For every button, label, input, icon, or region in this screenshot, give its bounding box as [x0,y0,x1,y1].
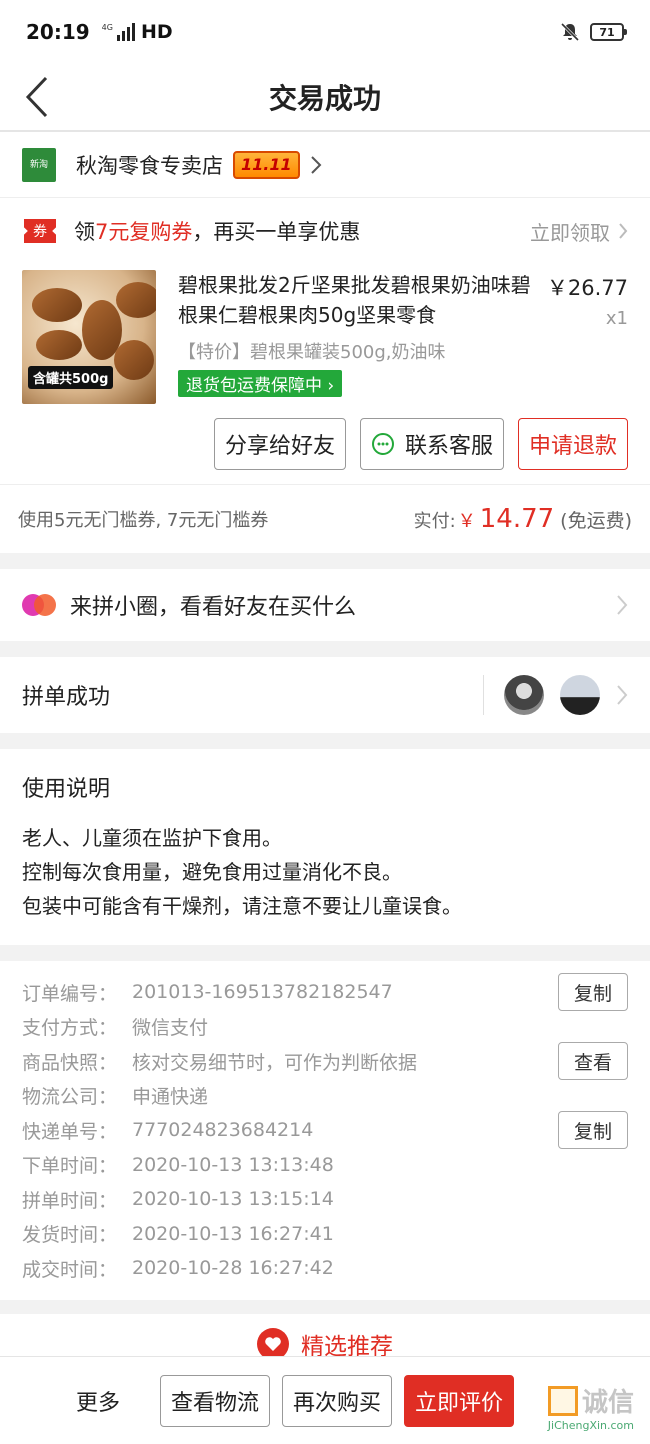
usage-line: 包装中可能含有干燥剂，请注意不要让儿童误食。 [22,894,462,918]
usage-line: 老人、儿童须在监护下食用。 [22,826,282,850]
complete-time-row: 成交时间： 2020-10-28 16:27:42 [22,1257,334,1281]
usage-instructions: 使用说明 老人、儿童须在监护下食用。 控制每次食用量，避免食用过量消化不良。 包… [0,749,650,945]
group-time-row: 拼单时间： 2020-10-13 13:15:14 [22,1188,334,1212]
avatar[interactable] [560,675,600,715]
payment-summary: 使用5元无门槛券, 7元无门槛券 实付: ￥ 14.77 (免运费) [0,485,650,553]
heart-icon [257,1327,289,1360]
status-time: 20:19 [26,20,90,44]
currency-symbol: ￥ [457,511,476,532]
used-coupons: 使用5元无门槛券, 7元无门槛券 [18,510,269,531]
copy-tracking-number-button[interactable]: 复制 [558,1111,628,1149]
tracking-number: 777024823684214 [132,1119,314,1142]
product-qty: x1 [605,308,628,329]
nav-bar: 交易成功 [0,64,650,132]
chevron-right-icon [617,595,628,615]
shop-logo: 新淘 [22,147,56,182]
shipping-note: (免运费) [560,510,632,532]
share-button[interactable]: 分享给好友 [213,418,346,470]
request-refund-button[interactable]: 申请退款 [517,418,628,470]
more-button[interactable]: 更多 [48,1385,148,1417]
tracking-number-row: 快递单号： 777024823684214 复制 [22,1111,628,1149]
order-actions: 分享给好友 联系客服 申请退款 [0,412,650,485]
shop-name[interactable]: 秋淘零食专卖店 [76,150,223,180]
friend-circle-icon [22,594,56,616]
group-success-row[interactable]: 拼单成功 [0,657,650,733]
ship-time-row: 发货时间： 2020-10-13 16:27:41 [22,1222,334,1247]
signal-icon: 4G [102,23,135,41]
order-info: 订单编号： 201013-169513782182547 复制 支付方式： 微信… [0,961,650,1300]
group-members [483,675,628,715]
double-eleven-badge: 11.11 [233,150,300,179]
usage-line: 控制每次食用量，避免食用过量消化不良。 [22,860,402,884]
group-success-text: 拼单成功 [22,685,111,710]
order-detail-page: 20:19 4G HD 71 交易成功 新淘 秋淘零食专卖店 11.11 券 领… [0,0,650,1444]
payment-method-row: 支付方式： 微信支付 [22,1017,209,1040]
shop-row[interactable]: 新淘 秋淘零食专卖店 11.11 [0,132,650,198]
bottom-action-bar: 更多 查看物流 再次购买 立即评价 诚信 JiChengXin.com [0,1356,650,1444]
site-watermark: 诚信 JiChengXin.com [548,1382,634,1432]
courier-row: 物流公司： 申通快递 [22,1086,209,1109]
product-spec: 【特价】碧根果罐装500g,奶油味 [178,342,446,363]
product-item[interactable]: 含罐共500g 碧根果批发2斤坚果批发碧根果奶油味碧根果仁碧根果肉50g坚果零食… [0,264,650,412]
usage-title: 使用说明 [22,777,111,802]
friend-circle-text: 来拼小圈，看看好友在买什么 [70,595,357,620]
order-number-row: 订单编号： 201013-169513782182547 复制 [22,973,628,1011]
battery-icon: 71 [590,23,627,41]
chevron-right-icon [617,685,628,705]
friend-circle-row[interactable]: 来拼小圈，看看好友在买什么 [0,569,650,641]
claim-coupon-link[interactable]: 立即领取 [530,217,628,246]
product-image-label: 含罐共500g [28,366,114,389]
coupon-text: 领7元复购券，再买一单享优惠 [74,220,361,244]
status-bar: 20:19 4G HD 71 [0,0,650,64]
chat-bubble-icon [371,433,394,455]
contact-service-button[interactable]: 联系客服 [359,418,504,470]
order-card: 新淘 秋淘零食专卖店 11.11 券 领7元复购券，再买一单享优惠 立即领取 含… [0,132,650,553]
chevron-right-icon [310,155,322,174]
page-title: 交易成功 [268,82,381,115]
review-now-button[interactable]: 立即评价 [404,1374,515,1427]
view-logistics-button[interactable]: 查看物流 [160,1374,271,1427]
product-price: ￥26.77 [546,276,628,300]
coupon-tag-icon: 券 [24,219,56,243]
coupon-row: 券 领7元复购券，再买一单享优惠 立即领取 [0,198,650,264]
paid-amount: 14.77 [479,504,555,534]
return-shipping-guarantee[interactable]: 退货包运费保障中 › [178,370,343,397]
paid-label: 实付: [413,511,456,532]
hd-indicator: HD [140,21,173,43]
avatar[interactable] [504,675,544,715]
order-time-row: 下单时间： 2020-10-13 13:13:48 [22,1153,334,1178]
product-info: 碧根果批发2斤坚果批发碧根果奶油味碧根果仁碧根果肉50g坚果零食 ￥26.77 … [178,270,628,412]
chevron-right-icon [619,223,628,239]
mute-bell-icon [560,22,580,42]
product-image[interactable]: 含罐共500g [22,270,156,404]
snapshot-row: 商品快照： 核对交易细节时，可作为判断依据 查看 [22,1042,628,1080]
back-arrow-icon[interactable] [22,74,52,120]
view-snapshot-button[interactable]: 查看 [558,1042,628,1080]
watermark-logo-icon [547,1385,578,1416]
copy-order-number-button[interactable]: 复制 [558,973,628,1011]
product-title[interactable]: 碧根果批发2斤坚果批发碧根果奶油味碧根果仁碧根果肉50g坚果零食 [178,270,538,330]
order-number: 201013-169513782182547 [132,981,393,1004]
buy-again-button[interactable]: 再次购买 [282,1374,393,1427]
